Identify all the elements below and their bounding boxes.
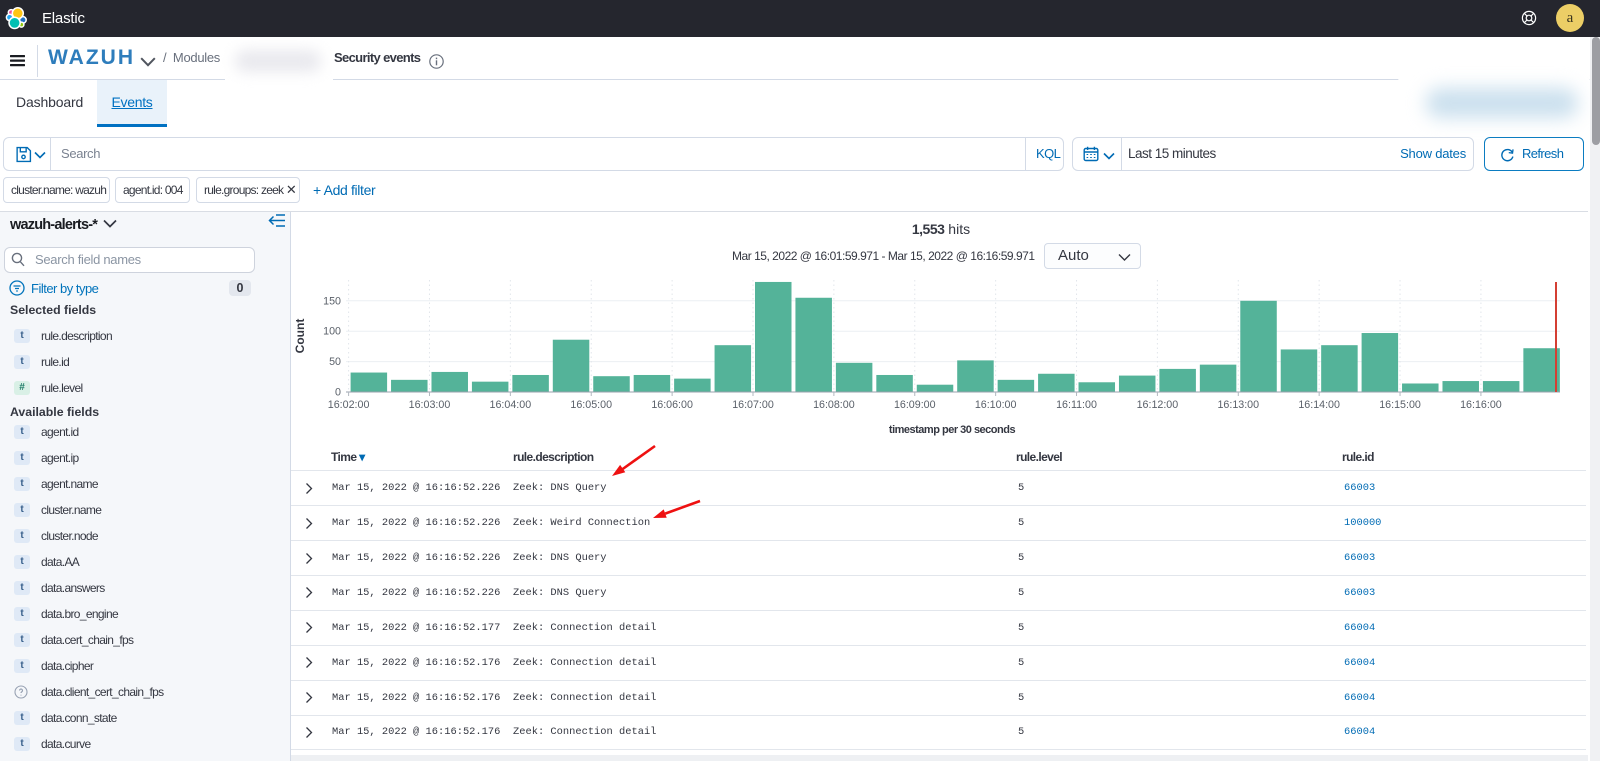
svg-text:16:12:00: 16:12:00 [1137, 399, 1179, 411]
svg-text:16:04:00: 16:04:00 [490, 399, 532, 411]
svg-text:16:05:00: 16:05:00 [570, 399, 612, 411]
svg-text:16:06:00: 16:06:00 [651, 399, 693, 411]
svg-text:16:15:00: 16:15:00 [1379, 399, 1421, 411]
svg-text:16:07:00: 16:07:00 [732, 399, 774, 411]
svg-text:100: 100 [323, 326, 341, 338]
svg-text:16:11:00: 16:11:00 [1056, 399, 1097, 411]
svg-text:16:14:00: 16:14:00 [1298, 399, 1340, 411]
svg-text:16:13:00: 16:13:00 [1217, 399, 1259, 411]
svg-text:16:16:00: 16:16:00 [1460, 399, 1502, 411]
svg-text:Count: Count [293, 319, 307, 354]
svg-text:16:10:00: 16:10:00 [975, 399, 1017, 411]
svg-text:50: 50 [329, 356, 341, 368]
svg-text:16:08:00: 16:08:00 [813, 399, 855, 411]
svg-text:0: 0 [335, 387, 341, 399]
svg-text:150: 150 [323, 295, 341, 307]
svg-text:16:02:00: 16:02:00 [328, 399, 370, 411]
svg-text:16:09:00: 16:09:00 [894, 399, 936, 411]
svg-text:16:03:00: 16:03:00 [409, 399, 451, 411]
